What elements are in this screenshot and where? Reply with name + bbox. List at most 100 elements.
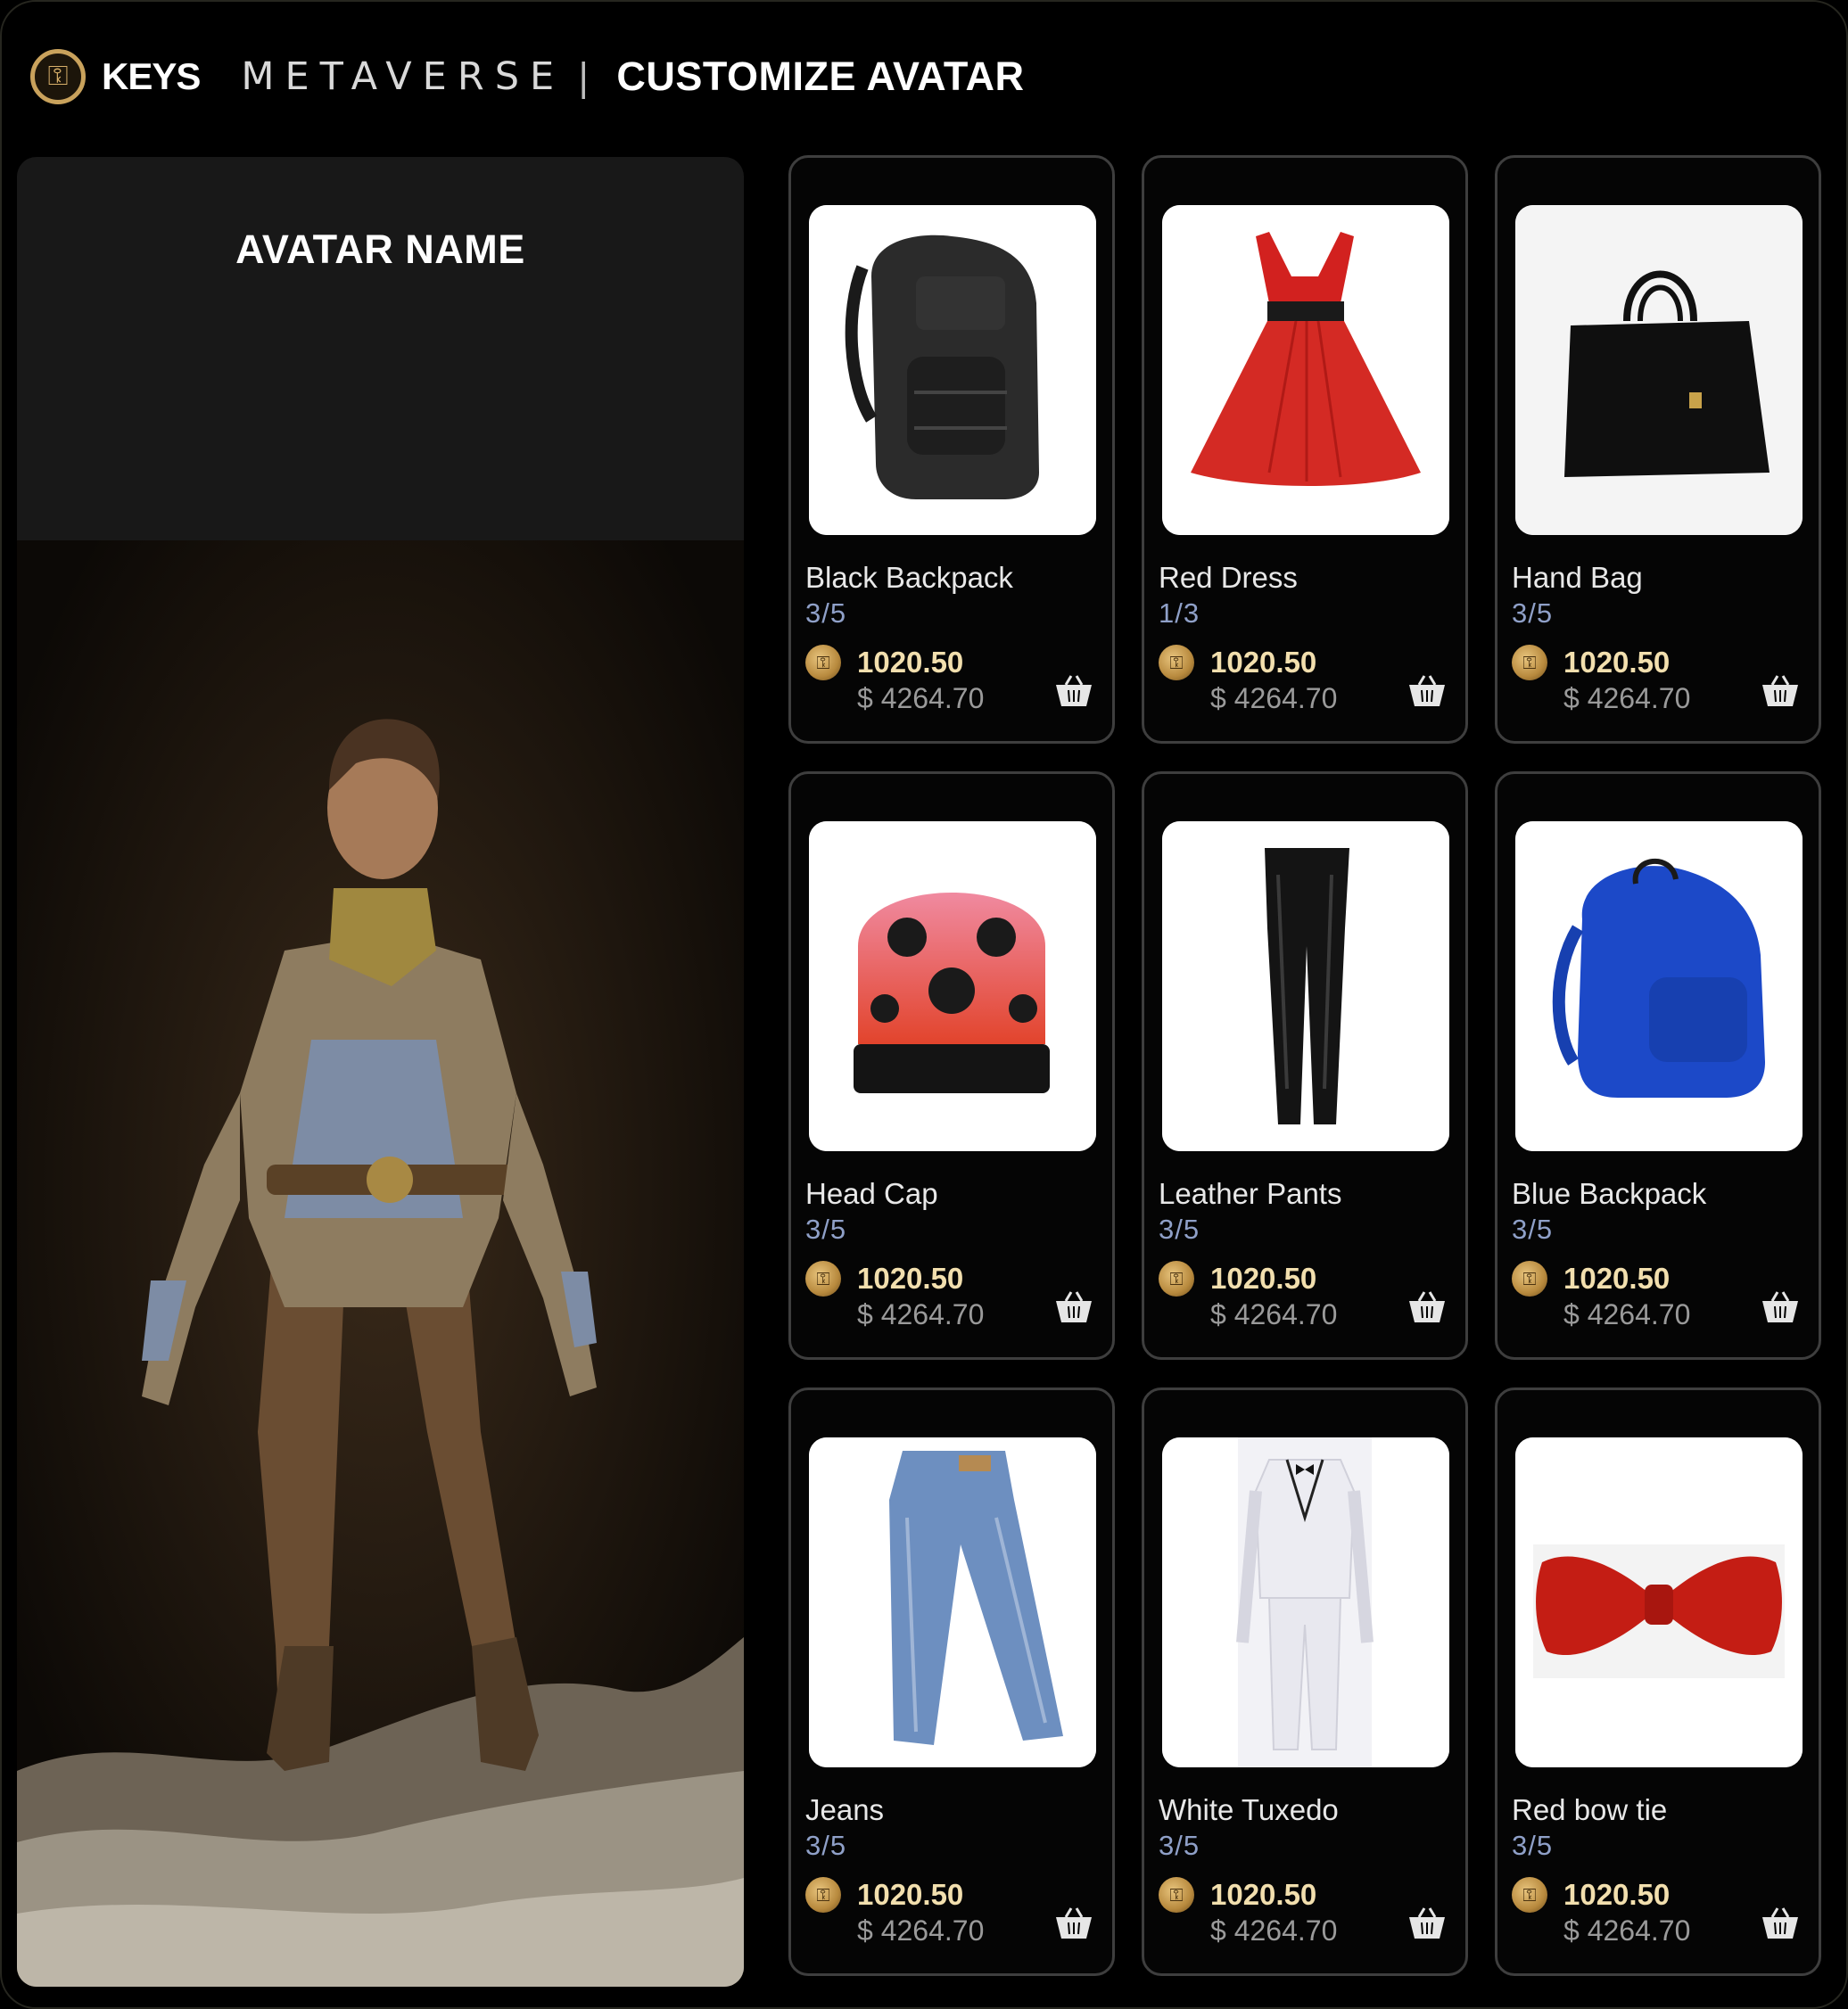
- basket-icon: [1762, 1291, 1798, 1322]
- product-price-coin: 1020.50: [857, 646, 964, 679]
- coin-icon: ⚿: [805, 1261, 841, 1297]
- add-to-cart-button[interactable]: [1760, 1289, 1801, 1325]
- basket-icon: [1762, 675, 1798, 706]
- product-price-coin: 1020.50: [857, 1878, 964, 1911]
- product-stock: 3/5: [805, 1214, 847, 1245]
- coin-icon: ⚿: [1512, 645, 1547, 680]
- product-card[interactable]: Blue Backpack 3/5 ⚿ 1020.50 $ 4264.70: [1495, 771, 1821, 1360]
- product-name: White Tuxedo: [1159, 1793, 1339, 1826]
- product-card[interactable]: Head Cap 3/5 ⚿ 1020.50 $ 4264.70: [788, 771, 1115, 1360]
- product-card[interactable]: Black Backpack 3/5 ⚿ 1020.50 $ 4264.70: [788, 155, 1115, 744]
- basket-icon: [1409, 1907, 1445, 1939]
- white-tuxedo-icon: [1162, 1437, 1449, 1767]
- avatar-panel: AVATAR NAME: [17, 157, 744, 1987]
- product-image-hand-bag[interactable]: [1515, 205, 1803, 535]
- product-image-head-cap[interactable]: [809, 821, 1096, 1151]
- product-name: Blue Backpack: [1512, 1177, 1707, 1210]
- product-price-coin: 1020.50: [1563, 1878, 1671, 1911]
- keys-coin-logo-icon[interactable]: ⚿: [30, 49, 86, 104]
- section-name: METAVERSE: [241, 54, 565, 99]
- product-name: Red Dress: [1159, 561, 1298, 594]
- basket-icon: [1409, 1291, 1445, 1322]
- product-price-usd: $ 4264.70: [1563, 682, 1691, 714]
- app-frame: ⚿ KEYS METAVERSE | CUSTOMIZE AVATAR AVAT…: [0, 0, 1848, 2009]
- add-to-cart-button[interactable]: [1760, 673, 1801, 709]
- product-card[interactable]: White Tuxedo 3/5 ⚿ 1020.50 $ 4264.70: [1142, 1387, 1468, 1976]
- add-to-cart-button[interactable]: [1053, 673, 1094, 709]
- leather-pants-icon: [1162, 821, 1449, 1151]
- coin-icon: ⚿: [1159, 1877, 1194, 1913]
- basket-icon: [1409, 675, 1445, 706]
- product-name: Leather Pants: [1159, 1177, 1342, 1210]
- avatar-name[interactable]: AVATAR NAME: [17, 226, 744, 273]
- jeans-icon: [809, 1437, 1096, 1767]
- hand-bag-icon: [1515, 205, 1803, 535]
- coin-icon: ⚿: [1512, 1261, 1547, 1297]
- product-image-jeans[interactable]: [809, 1437, 1096, 1767]
- product-price-usd: $ 4264.70: [857, 1914, 985, 1947]
- red-bow-tie-icon: [1515, 1437, 1803, 1767]
- add-to-cart-button[interactable]: [1407, 1289, 1448, 1325]
- product-stock: 3/5: [1159, 1830, 1200, 1861]
- black-backpack-icon: [809, 205, 1096, 535]
- product-stock: 3/5: [1512, 1214, 1554, 1245]
- product-card[interactable]: Red bow tie 3/5 ⚿ 1020.50 $ 4264.70: [1495, 1387, 1821, 1976]
- title-separator: |: [577, 54, 590, 99]
- page-title: CUSTOMIZE AVATAR: [616, 54, 1025, 99]
- product-stock: 3/5: [1159, 1214, 1200, 1245]
- product-stock: 3/5: [805, 1830, 847, 1861]
- avatar-figure: [17, 540, 744, 1987]
- add-to-cart-button[interactable]: [1053, 1906, 1094, 1941]
- product-card[interactable]: Leather Pants 3/5 ⚿ 1020.50 $ 4264.70: [1142, 771, 1468, 1360]
- head-cap-icon: [809, 821, 1096, 1151]
- product-price-usd: $ 4264.70: [857, 1298, 985, 1330]
- product-stock: 3/5: [1512, 597, 1554, 629]
- product-price-usd: $ 4264.70: [1210, 1914, 1338, 1947]
- header: ⚿ KEYS METAVERSE | CUSTOMIZE AVATAR: [30, 41, 1024, 112]
- avatar-preview-image[interactable]: [17, 540, 744, 1987]
- add-to-cart-button[interactable]: [1407, 673, 1448, 709]
- coin-icon: ⚿: [805, 1877, 841, 1913]
- product-price-coin: 1020.50: [1563, 646, 1671, 679]
- product-name: Red bow tie: [1512, 1793, 1668, 1826]
- product-stock: 3/5: [1512, 1830, 1554, 1861]
- product-name: Black Backpack: [805, 561, 1013, 594]
- brand-name[interactable]: KEYS: [102, 55, 201, 98]
- blue-backpack-icon: [1515, 821, 1803, 1151]
- product-image-blue-backpack[interactable]: [1515, 821, 1803, 1151]
- add-to-cart-button[interactable]: [1053, 1289, 1094, 1325]
- coin-icon: ⚿: [1159, 1261, 1194, 1297]
- product-name: Jeans: [805, 1793, 885, 1826]
- coin-icon: ⚿: [805, 645, 841, 680]
- red-dress-icon: [1162, 205, 1449, 535]
- product-card[interactable]: Hand Bag 3/5 ⚿ 1020.50 $ 4264.70: [1495, 155, 1821, 744]
- product-price-usd: $ 4264.70: [1563, 1298, 1691, 1330]
- product-price-coin: 1020.50: [1563, 1262, 1671, 1295]
- product-price-coin: 1020.50: [857, 1262, 964, 1295]
- product-image-red-dress[interactable]: [1162, 205, 1449, 535]
- product-card[interactable]: Red Dress 1/3 ⚿ 1020.50 $ 4264.70: [1142, 155, 1468, 744]
- coin-icon: ⚿: [1159, 645, 1194, 680]
- product-price-usd: $ 4264.70: [1563, 1914, 1691, 1947]
- product-name: Hand Bag: [1512, 561, 1643, 594]
- product-image-red-bow-tie[interactable]: [1515, 1437, 1803, 1767]
- product-image-white-tuxedo[interactable]: [1162, 1437, 1449, 1767]
- product-price-coin: 1020.50: [1210, 1262, 1317, 1295]
- product-image-leather-pants[interactable]: [1162, 821, 1449, 1151]
- basket-icon: [1056, 1291, 1092, 1322]
- add-to-cart-button[interactable]: [1407, 1906, 1448, 1941]
- product-price-usd: $ 4264.70: [857, 682, 985, 714]
- product-card[interactable]: Jeans 3/5 ⚿ 1020.50 $ 4264.70: [788, 1387, 1115, 1976]
- product-stock: 3/5: [805, 597, 847, 629]
- add-to-cart-button[interactable]: [1760, 1906, 1801, 1941]
- basket-icon: [1056, 675, 1092, 706]
- basket-icon: [1762, 1907, 1798, 1939]
- product-price-coin: 1020.50: [1210, 1878, 1317, 1911]
- product-image-black-backpack[interactable]: [809, 205, 1096, 535]
- basket-icon: [1056, 1907, 1092, 1939]
- product-price-coin: 1020.50: [1210, 646, 1317, 679]
- product-stock: 1/3: [1159, 597, 1200, 629]
- product-name: Head Cap: [805, 1177, 938, 1210]
- coin-icon: ⚿: [1512, 1877, 1547, 1913]
- product-price-usd: $ 4264.70: [1210, 1298, 1338, 1330]
